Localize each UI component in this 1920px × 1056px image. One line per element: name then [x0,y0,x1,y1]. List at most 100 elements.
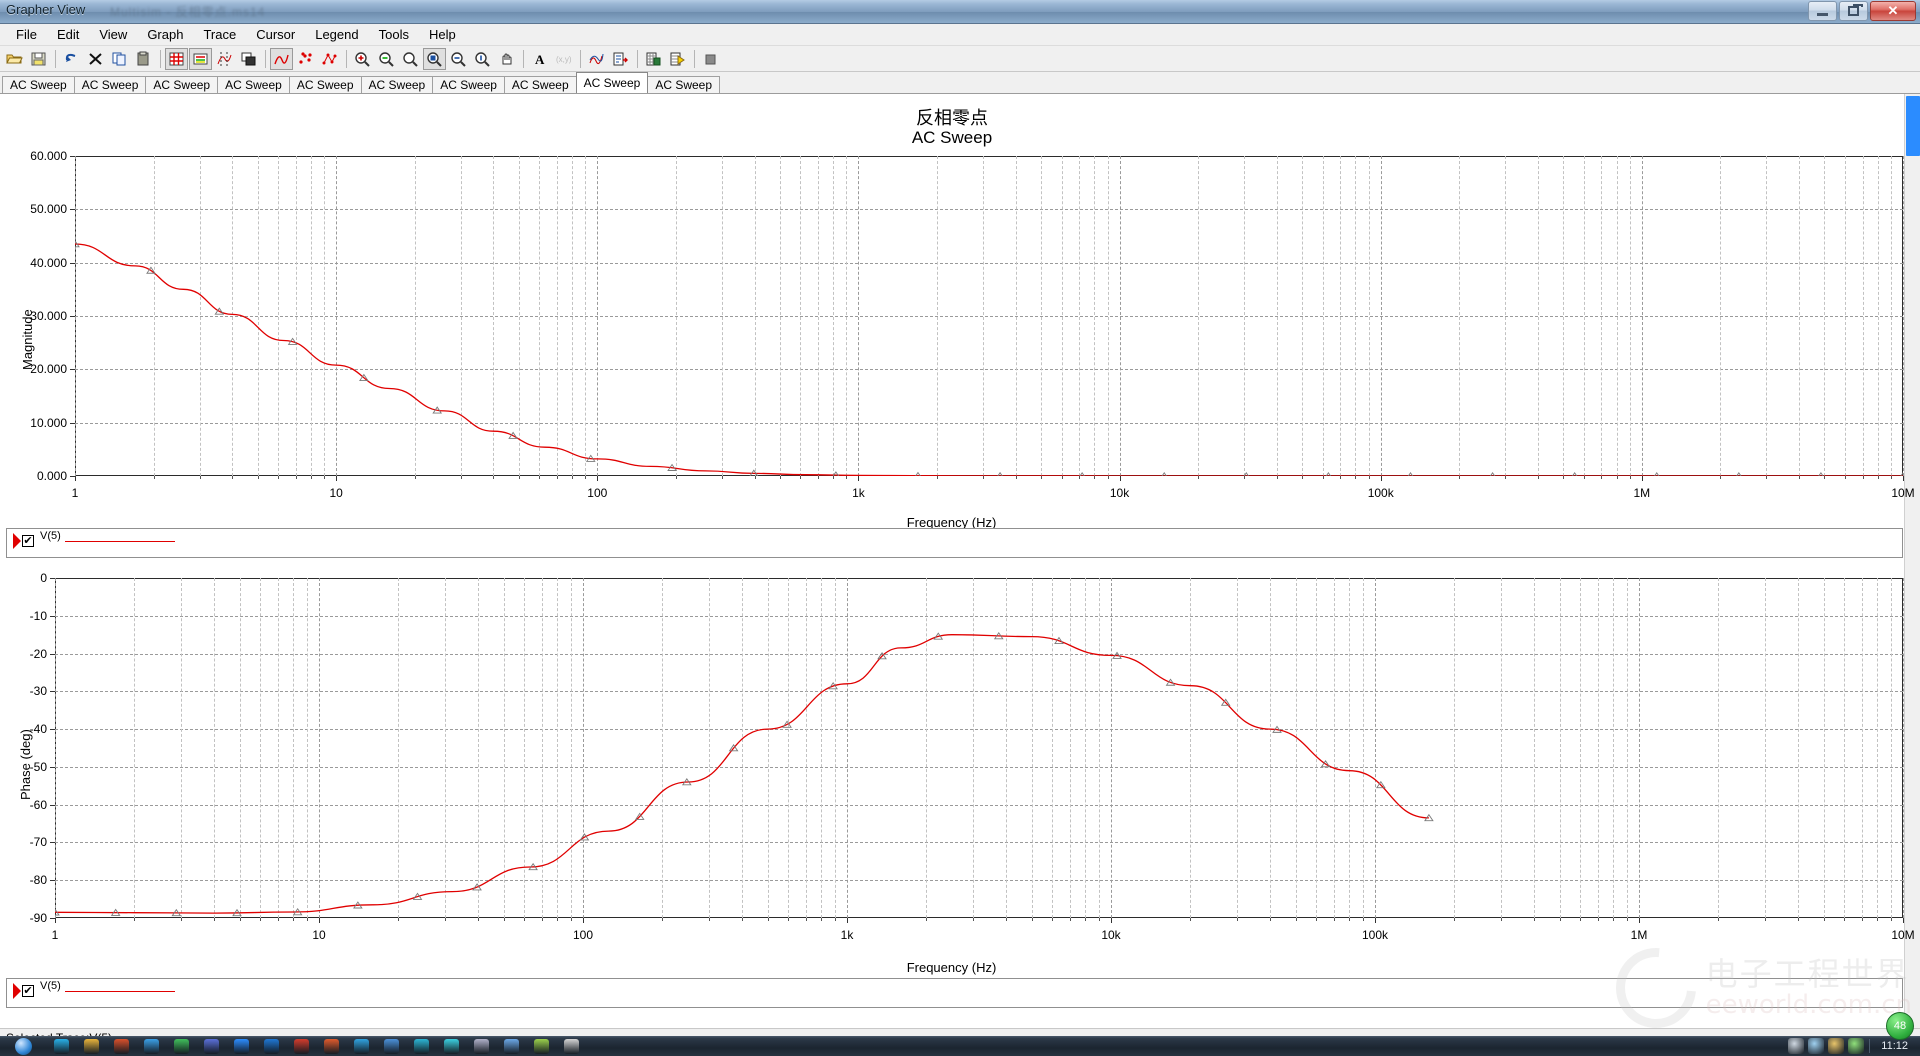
legend-checkbox[interactable]: ✔ [22,535,34,547]
menu-item-cursor[interactable]: Cursor [246,25,305,44]
legend-pointer-icon [13,983,21,999]
taskbar-app-icon-3[interactable] [107,1037,135,1056]
export-trace-icon[interactable] [609,48,632,70]
x-tick [232,476,234,479]
taskbar-clock[interactable]: 11:12 [1873,1040,1916,1052]
overlay-traces-icon[interactable] [585,48,608,70]
undo-icon[interactable] [60,48,83,70]
zoom-fit-icon[interactable] [423,47,446,70]
magnitude-plot[interactable] [70,156,1904,481]
taskbar-app-icon-18[interactable] [557,1037,585,1056]
notification-badge[interactable]: 48 [1886,1012,1914,1040]
tab-ac-sweep-8[interactable]: AC Sweep [503,76,577,93]
menu-bar: File Edit View Graph Trace Cursor Legend Tools H… [0,24,1920,46]
menu-item-graph[interactable]: Graph [137,25,193,44]
taskbar-app-icon-14[interactable] [437,1037,465,1056]
taskbar-app-icon-1[interactable] [47,1037,75,1056]
legend-trace-label: V(5) [40,980,61,992]
open-icon[interactable] [3,48,26,70]
phase-legend[interactable]: ✔ V(5) [6,978,1903,1008]
taskbar-app-icon-8[interactable] [257,1037,285,1056]
scrollbar-thumb[interactable] [1906,96,1920,156]
cursors-icon[interactable] [213,48,236,70]
menu-item-file[interactable]: File [6,25,47,44]
taskbar-app-icon-16[interactable] [497,1037,525,1056]
tray-icon-1[interactable] [1788,1038,1805,1054]
taskbar-app-icon-13[interactable] [407,1037,435,1056]
taskbar-app-icon-17[interactable] [527,1037,555,1056]
menu-item-help[interactable]: Help [419,25,466,44]
delete-icon[interactable] [84,48,107,70]
legend-checkbox[interactable]: ✔ [22,985,34,997]
x-tick-label: 1k [852,486,865,500]
page-title-en: AC Sweep [911,128,993,147]
taskbar-app-icon-15[interactable] [467,1037,495,1056]
taskbar-app-icon-10[interactable] [317,1037,345,1056]
y-tick-label: -80 [29,873,47,888]
menu-item-tools[interactable]: Tools [369,25,419,44]
export-excel-icon[interactable] [642,48,665,70]
menu-item-view[interactable]: View [89,25,137,44]
y-tick-label: 60.000 [30,149,67,163]
zoom-area-icon[interactable] [399,48,422,70]
x-tick [597,476,599,481]
tab-ac-sweep-6[interactable]: AC Sweep [360,76,434,93]
tab-ac-sweep-2[interactable]: AC Sweep [73,76,147,93]
dot-trace-icon[interactable] [294,48,317,70]
toggle-grid-icon[interactable] [165,47,188,70]
taskbar-app-icon-2[interactable] [77,1037,105,1056]
taskbar-app-icon-12[interactable] [377,1037,405,1056]
pan-hand-icon[interactable] [495,48,518,70]
tab-ac-sweep-4[interactable]: AC Sweep [217,76,290,93]
tab-ac-sweep-1[interactable]: AC Sweep [2,76,75,93]
x-tick [134,918,136,921]
tray-icon-3[interactable] [1828,1038,1845,1054]
tray-icon-2[interactable] [1808,1038,1825,1054]
x-tick [779,476,781,479]
menu-item-legend[interactable]: Legend [305,25,368,44]
x-tick [518,476,520,479]
start-button[interactable] [0,1036,46,1056]
zoom-out-icon[interactable] [375,48,398,70]
app-glyph-icon [533,1038,549,1054]
x-tick-label: 1 [71,486,79,500]
magnitude-legend[interactable]: ✔ V(5) [6,528,1903,558]
tab-ac-sweep-3[interactable]: AC Sweep [145,76,219,93]
zoom-y-icon[interactable] [471,48,494,70]
text-icon[interactable]: A [528,48,551,70]
zoom-x-icon[interactable] [447,48,470,70]
menu-item-edit[interactable]: Edit [47,25,89,44]
x-tick [1334,918,1336,921]
export-labview-icon[interactable] [666,48,689,70]
tab-ac-sweep-7[interactable]: AC Sweep [432,76,505,93]
taskbar-app-icon-6[interactable] [197,1037,225,1056]
save-icon[interactable] [27,48,50,70]
line-trace-icon[interactable] [270,47,293,70]
tab-ac-sweep-10[interactable]: AC Sweep [647,76,721,93]
vertical-scrollbar[interactable] [1904,94,1920,1028]
menu-item-trace[interactable]: Trace [193,25,246,44]
toggle-legend-icon[interactable] [189,47,212,70]
taskbar-app-icon-9[interactable] [287,1037,315,1056]
taskbar-app-icon-7[interactable] [227,1037,255,1056]
taskbar-app-icon-11[interactable] [347,1037,375,1056]
maximize-button[interactable] [1839,1,1868,21]
tray-icon-4[interactable] [1848,1038,1865,1054]
stop-icon[interactable] [699,48,722,70]
app-glyph-icon [563,1038,579,1054]
tab-ac-sweep-5[interactable]: AC Sweep [288,76,362,93]
zoom-in-icon[interactable] [351,48,374,70]
split-page-icon[interactable] [237,48,260,70]
taskbar-app-icon-4[interactable] [137,1037,165,1056]
window-title: Grapher View [6,2,86,17]
paste-icon[interactable] [132,48,155,70]
tab-ac-sweep-9[interactable]: AC Sweep [575,72,649,93]
minimize-button[interactable] [1808,1,1837,21]
x-tick [1639,918,1640,923]
copy-icon[interactable] [108,48,131,70]
phase-plot[interactable] [50,578,1904,923]
line-dot-trace-icon[interactable] [318,48,341,70]
taskbar-app-icon-5[interactable] [167,1037,195,1056]
y-tick-label: -30 [29,684,47,699]
close-button[interactable]: ✕ [1870,1,1916,21]
